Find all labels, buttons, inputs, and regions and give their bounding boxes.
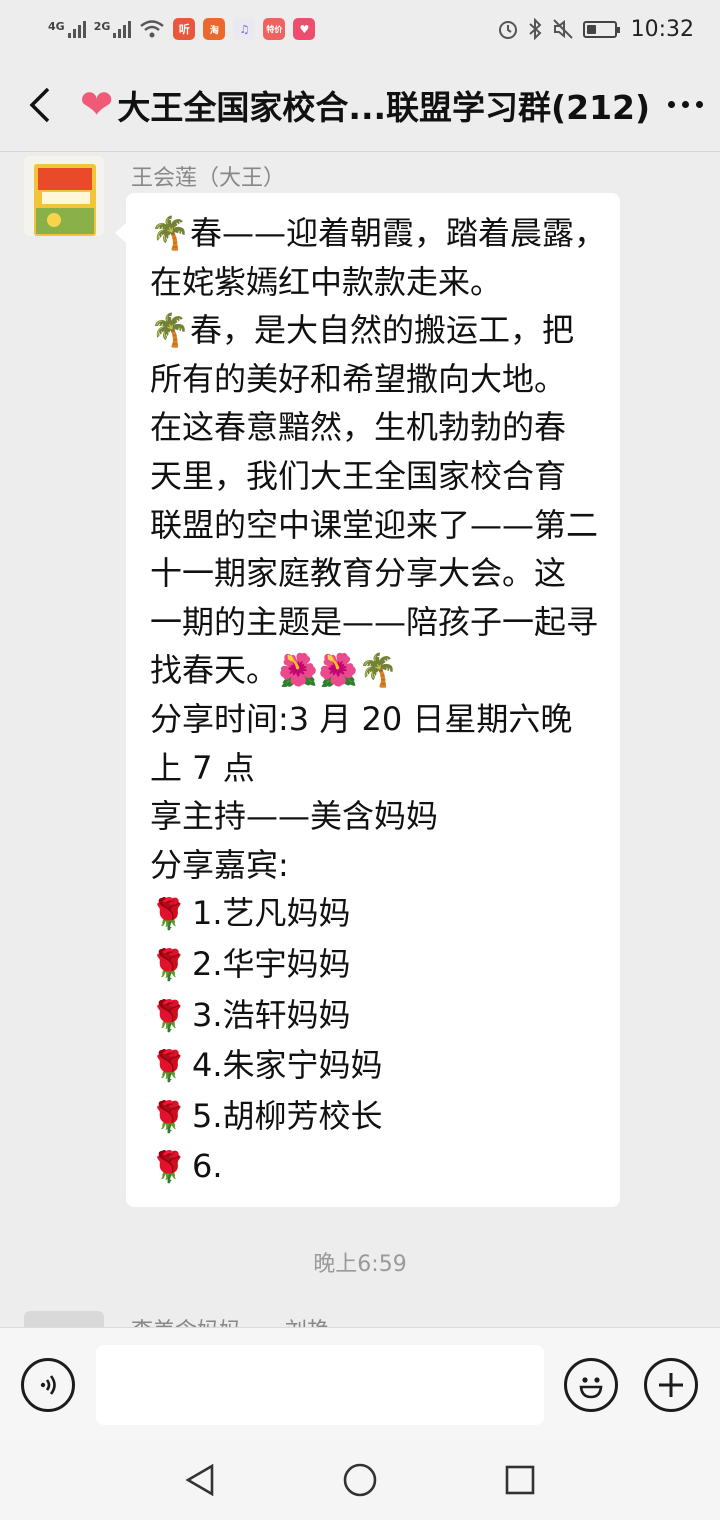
hibiscus-emoji: 🌺 [318,651,358,690]
more-button[interactable] [650,101,720,108]
message-input[interactable] [96,1345,544,1425]
app-icon-heart: ♥ [293,18,316,40]
message-line: 分享时间:3 月 20 日星期六晚 [150,699,573,738]
palm-tree-emoji: 🌴 [150,311,190,350]
rose-emoji: 🌹 [150,1049,188,1085]
chat-title: 大王全国家校合...联盟学习群(212) [117,87,651,127]
message-line: 在这春意黯然，生机勃勃的春 [150,408,567,447]
voice-button[interactable] [21,1358,75,1412]
status-bar: 4G 2G 听 淘 ♫ 特价 ♥ 10:32 [0,0,720,58]
avatar[interactable] [24,1311,104,1327]
palm-tree-emoji: 🌴 [150,214,190,252]
more-icon [667,101,675,108]
message-line: 天里，我们大王全国家校合育 [150,456,567,495]
guest-line: 🌹 5.胡柳芳校长 [150,1092,598,1143]
message-line: 十一期家庭教育分享大会。这 [150,554,567,593]
guest-line: 🌹 4.朱家宁妈妈 [150,1041,598,1092]
message-line: 🌴春——迎着朝霞，踏着晨露， [150,209,606,258]
guest-line: 🌹 2.华宇妈妈 [150,940,598,991]
chat-message-list[interactable]: 王会莲（大王） 🌴春——迎着朝霞，踏着晨露， 在姹紫嫣红中款款走来。 🌴春，是大… [0,153,720,1327]
wifi-icon [140,20,165,38]
message-line: 🌴春，是大自然的搬运工，把 [150,306,598,355]
nav-recents-button[interactable] [500,1460,540,1500]
system-nav-bar [0,1440,720,1520]
emoji-button[interactable] [564,1358,618,1412]
status-time: 10:32 [630,16,694,42]
guest-line: 🌹 6. [150,1142,598,1193]
app-icon-shop: 淘 [203,18,226,40]
app-icon-deals: 特价 [263,18,286,40]
message-line: 在姹紫嫣红中款款走来。 [150,262,503,301]
message-line: 上 7 点 [150,748,255,787]
more-functions-button[interactable] [644,1358,698,1412]
triangle-back-icon [185,1463,214,1497]
bluetooth-icon [528,18,542,40]
circle-home-icon [343,1463,377,1497]
square-recents-icon [505,1465,535,1495]
rose-emoji: 🌹 [150,1099,188,1135]
guest-line: 🌹 1.艺凡妈妈 [150,889,598,940]
message-line: 找春天。🌺🌺🌴 [150,646,598,695]
message-line: 分享嘉宾: [150,845,289,884]
rose-emoji: 🌹 [150,897,188,933]
back-button[interactable] [0,58,80,152]
back-icon [29,87,50,122]
message-line: 一期的主题是——陪孩子一起寻 [150,602,599,641]
message-line: 享主持——美含妈妈 [150,797,439,836]
message-sender: 李美含妈妈——刘艳 [131,1313,329,1327]
palm-tree-emoji: 🌴 [358,651,398,690]
guest-line: 🌹 3.浩轩妈妈 [150,991,598,1042]
nav-home-button[interactable] [340,1460,380,1500]
chat-title-bar: ❤ 大王全国家校合...联盟学习群(212) [0,58,720,152]
avatar-product-image [24,156,104,236]
status-left: 4G 2G 听 淘 ♫ 特价 ♥ [48,18,316,40]
hibiscus-emoji: 🌺 [278,651,318,690]
status-right: 10:32 [497,17,694,42]
rose-emoji: 🌹 [150,947,188,983]
alarm-icon [498,21,517,39]
nav-back-button[interactable] [180,1460,220,1500]
message-line: 联盟的空中课堂迎来了——第二 [150,505,599,544]
avatar[interactable] [24,156,104,236]
smiley-icon [579,1377,603,1399]
rose-emoji: 🌹 [150,998,188,1034]
mute-icon [552,19,573,39]
app-icon-listen: 听 [173,18,196,40]
battery-icon [582,20,620,38]
heart-emoji: ❤ [79,81,114,128]
message-line: 所有的美好和希望撒向大地。 [150,359,567,398]
plus-icon [659,1373,683,1397]
signal-4g-icon: 4G [48,20,86,38]
rose-emoji: 🌹 [150,1150,188,1186]
signal-2g-icon: 2G [94,20,132,38]
voice-icon [40,1375,56,1395]
message-timestamp: 晚上6:59 [313,1252,407,1277]
message-input-bar [0,1327,720,1440]
message-bubble[interactable]: 🌴春——迎着朝霞，踏着晨露， 在姹紫嫣红中款款走来。 🌴春，是大自然的搬运工，把… [115,193,620,1207]
app-icon-music: ♫ [233,18,256,40]
message-sender: 王会莲（大王） [131,166,286,191]
